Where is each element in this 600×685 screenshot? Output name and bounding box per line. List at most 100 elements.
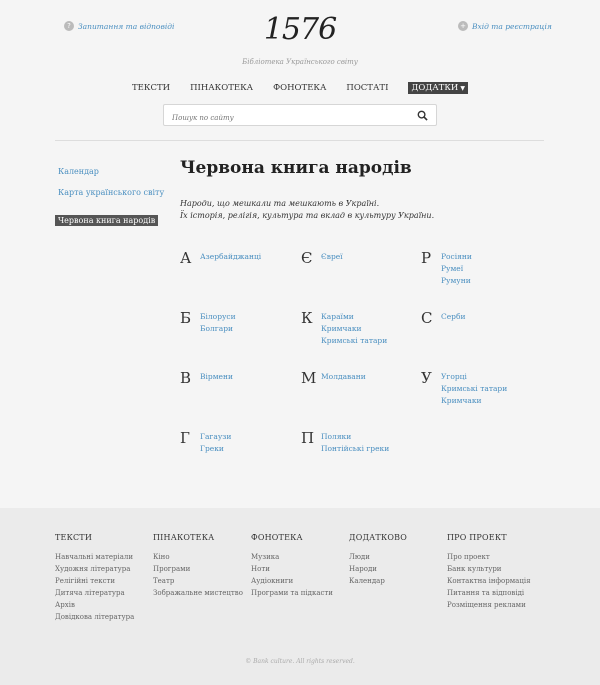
footer-column: ДОДАТКОВО Люди Народи Календар [349, 533, 407, 587]
footer-link[interactable]: Архів [55, 599, 134, 611]
people-link[interactable]: Кримські татари [321, 335, 387, 347]
group-letter: С [421, 309, 433, 327]
sidebar-item-map[interactable]: Карта українського світу [55, 187, 167, 198]
search-input[interactable] [164, 108, 404, 128]
people-link[interactable]: Євреї [321, 251, 343, 263]
group-letter: В [180, 369, 192, 387]
group-letter: К [301, 309, 313, 327]
letter-group: Б Білоруси Болгари [180, 311, 236, 335]
footer-column: ТЕКСТИ Навчальні матеріали Художня літерат… [55, 533, 134, 623]
nav-item-fonoteka[interactable]: ФОНОТЕКА [273, 82, 326, 94]
group-names: Білоруси Болгари [200, 311, 236, 335]
main-nav: ТЕКСТИ ПІНАКОТЕКА ФОНОТЕКА ПОСТАТІ ДОДАТ… [0, 82, 600, 94]
people-link[interactable]: Румуни [441, 275, 472, 287]
login-link-label: Вхід та реєстрація [472, 21, 552, 31]
people-link[interactable]: Греки [200, 443, 231, 455]
nav-item-pinakoteka[interactable]: ПІНАКОТЕКА [190, 82, 253, 94]
people-link[interactable]: Поляки [321, 431, 389, 443]
group-names: Серби [441, 311, 466, 325]
footer-link[interactable]: Календар [349, 575, 407, 587]
copyright: © Bank culture. All rights reserved. [245, 658, 355, 665]
footer-link[interactable]: Дитяча література [55, 587, 134, 599]
group-names: Караїми Кримчаки Кримські татари [321, 311, 387, 347]
group-letter: У [421, 369, 432, 387]
footer-link[interactable]: Кіно [153, 551, 243, 563]
group-letter: П [301, 429, 315, 447]
footer-link[interactable]: Програми [153, 563, 243, 575]
page-title: Червона книга народів [180, 158, 412, 178]
footer-column: ФОНОТЕКА Музика Ноти Аудіокниги Програми та … [251, 533, 333, 599]
footer-link[interactable]: Зображальне мистецтво [153, 587, 243, 599]
people-link[interactable]: Караїми [321, 311, 387, 323]
group-letter: Р [421, 249, 432, 267]
footer-column-title: ПРО ПРОЕКТ [447, 533, 507, 542]
sidebar-item-calendar[interactable]: Календар [55, 166, 167, 177]
letter-group: Є Євреї [301, 249, 343, 267]
footer-link[interactable]: Програми та підкасти [251, 587, 333, 599]
people-link[interactable]: Кримчаки [441, 395, 507, 407]
people-link[interactable]: Азербайджанці [200, 251, 261, 263]
people-link[interactable]: Вірмени [200, 371, 233, 383]
letter-group: А Азербайджанці [180, 251, 261, 266]
people-link[interactable]: Румеї [441, 263, 472, 275]
footer-link[interactable]: Аудіокниги [251, 575, 333, 587]
people-link[interactable]: Болгари [200, 323, 236, 335]
people-link[interactable]: Молдавани [321, 371, 366, 383]
search-box [163, 104, 437, 128]
group-names: Угорці Кримські татари Кримчаки [441, 371, 507, 407]
footer-link[interactable]: Розміщення реклами [447, 599, 531, 611]
people-link[interactable]: Понтійські греки [321, 443, 389, 455]
people-link[interactable]: Гагаузи [200, 431, 231, 443]
sidebar-item-red-book[interactable]: Червона книга народів [55, 215, 159, 226]
letter-group: П Поляки Понтійські греки [301, 431, 389, 455]
footer-link[interactable]: Про проект [447, 551, 531, 563]
nav-item-texts[interactable]: ТЕКСТИ [132, 82, 170, 94]
intro-line-1: Народи, що мешкали та мешкають в Україні… [180, 199, 380, 208]
people-link[interactable]: Білоруси [200, 311, 236, 323]
letter-group: Г Гагаузи Греки [180, 431, 231, 455]
group-names: Гагаузи Греки [200, 431, 231, 455]
group-letter: М [301, 369, 317, 387]
footer-link[interactable]: Ноти [251, 563, 333, 575]
site-tagline: Бібліотека Українського світу [242, 58, 358, 66]
footer-link[interactable]: Контактна інформація [447, 575, 531, 587]
group-letter: Б [180, 309, 192, 327]
search-icon[interactable] [417, 110, 428, 121]
people-link[interactable]: Кримчаки [321, 323, 387, 335]
letter-group: Р Росіяни Румеї Румуни [421, 251, 472, 287]
group-letter: Є [301, 249, 313, 267]
letter-group: У Угорці Кримські татари Кримчаки [421, 371, 507, 407]
footer-link[interactable]: Люди [349, 551, 407, 563]
footer-column: ПІНАКОТЕКА Кіно Програми Театр Зображальне м… [153, 533, 243, 599]
footer-link[interactable]: Банк культури [447, 563, 531, 575]
group-names: Вірмени [200, 371, 233, 385]
footer-column-title: ДОДАТКОВО [349, 533, 407, 542]
group-names: Євреї [321, 251, 343, 265]
footer-link[interactable]: Художня література [55, 563, 134, 575]
footer-link[interactable]: Навчальні матеріали [55, 551, 134, 563]
people-link[interactable]: Кримські татари [441, 383, 507, 395]
group-letter: Г [180, 429, 190, 447]
group-names: Росіяни Румеї Румуни [441, 251, 472, 287]
caret-down-icon: ▼ [460, 85, 465, 92]
login-link[interactable]: + Вхід та реєстрація [458, 21, 552, 31]
people-link[interactable]: Росіяни [441, 251, 472, 263]
footer-link[interactable]: Театр [153, 575, 243, 587]
nav-item-extras[interactable]: ДОДАТКИ ▼ [408, 82, 468, 94]
footer-column-title: ПІНАКОТЕКА [153, 533, 215, 542]
nav-item-people[interactable]: ПОСТАТІ [346, 82, 388, 94]
footer-link[interactable]: Питання та відповіді [447, 587, 531, 599]
sidebar: Календар Карта українського світу Червон… [55, 166, 167, 236]
people-link[interactable]: Угорці [441, 371, 507, 383]
letter-group: М Молдавани [301, 369, 366, 387]
footer-link[interactable]: Релігійні тексти [55, 575, 134, 587]
people-link[interactable]: Серби [441, 311, 466, 323]
letter-group: В Вірмени [180, 369, 233, 387]
page-intro: Народи, що мешкали та мешкають в Україні… [180, 198, 434, 222]
footer-link[interactable]: Народи [349, 563, 407, 575]
footer-link[interactable]: Довідкова література [55, 611, 134, 623]
nav-item-extras-label: ДОДАТКИ [411, 83, 459, 93]
footer: ТЕКСТИ Навчальні матеріали Художня літерат… [0, 508, 600, 685]
letter-group: С Серби [421, 309, 466, 327]
footer-link[interactable]: Музика [251, 551, 333, 563]
